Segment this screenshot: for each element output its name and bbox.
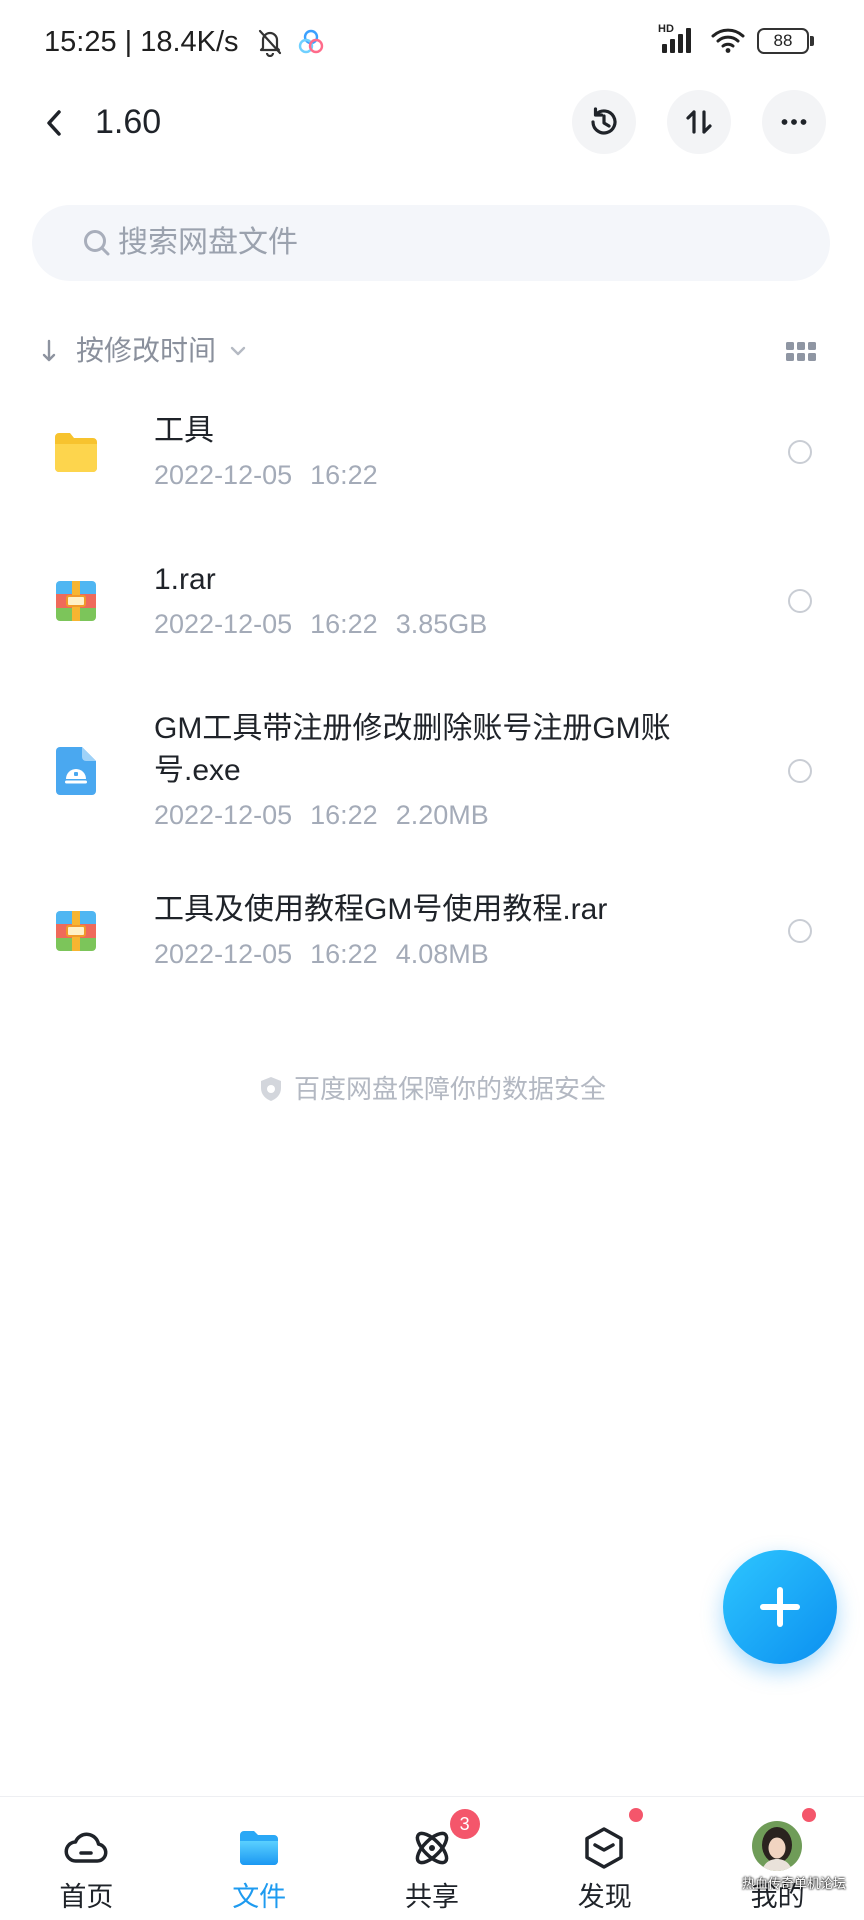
file-date: 2022-12-05 [154, 938, 293, 969]
wifi-icon [710, 26, 746, 54]
file-meta: 2022-12-05 16:22 2.20MB [154, 796, 686, 834]
rar-archive-icon [52, 576, 100, 626]
arrow-down-icon [42, 339, 56, 362]
status-time-speed: 15:25 | 18.4K/s [44, 26, 239, 58]
nav-discover[interactable]: 发现 [518, 1797, 691, 1920]
file-row-rar[interactable]: 1.rar 2022-12-05 16:22 3.85GB [0, 555, 864, 647]
search-input[interactable] [118, 205, 718, 281]
nav-files[interactable]: 文件 [173, 1797, 346, 1920]
nav-label: 首页 [59, 1882, 114, 1912]
netdisk-app-icon [297, 28, 325, 56]
nav-me[interactable]: 我的 [691, 1797, 864, 1920]
history-button[interactable] [572, 90, 636, 154]
grid-view-icon [786, 342, 816, 361]
chevron-left-icon [47, 110, 61, 136]
nav-label: 文件 [232, 1882, 287, 1912]
security-note-text: 百度网盘保障你的数据安全 [293, 1074, 606, 1104]
shield-icon [260, 1077, 281, 1101]
file-date: 2022-12-05 [154, 609, 293, 639]
select-checkbox[interactable] [788, 918, 812, 943]
select-checkbox[interactable] [788, 759, 812, 783]
exe-file-icon [52, 746, 100, 796]
nav-label: 发现 [577, 1882, 632, 1912]
notification-dot [802, 1808, 817, 1822]
file-name: 工具及使用教程GM号使用教程.rar [154, 892, 608, 926]
file-size: 3.85GB [395, 609, 488, 639]
select-checkbox[interactable] [788, 439, 812, 464]
bottom-nav: 首页 文件 3 共享 发现 我的 [0, 1796, 864, 1920]
search-icon [84, 230, 110, 256]
chevron-down-icon [230, 346, 246, 356]
home-cloud-icon [64, 1832, 108, 1863]
grid-view-button[interactable] [786, 342, 816, 362]
file-size: 4.08MB [395, 938, 489, 969]
signal-icon: HD [658, 24, 700, 56]
page-title: 1.60 [95, 103, 162, 141]
discover-box-icon [585, 1827, 624, 1869]
share-atom-icon [415, 1831, 448, 1865]
more-icon [781, 119, 807, 125]
folder-icon [52, 427, 100, 477]
back-button[interactable] [34, 104, 74, 142]
select-checkbox[interactable] [788, 589, 812, 613]
file-time: 16:22 [310, 609, 378, 639]
sort-order-button[interactable]: 按修改时间 [40, 331, 246, 371]
history-icon [591, 107, 617, 135]
plus-icon [760, 1587, 800, 1627]
nav-share[interactable]: 3 共享 [346, 1797, 519, 1920]
transfer-sort-button[interactable] [667, 90, 731, 154]
bell-mute-icon [255, 27, 285, 57]
file-row-rar[interactable]: 工具及使用教程GM号使用教程.rar 2022-12-05 16:22 4.08MB [0, 885, 864, 976]
file-size: 2.20MB [395, 800, 489, 830]
battery-icon: 88 [757, 28, 815, 54]
security-note: 百度网盘保障你的数据安全 [0, 1072, 864, 1106]
more-button[interactable] [762, 90, 826, 154]
file-time: 16:22 [310, 459, 378, 490]
add-button[interactable] [723, 1550, 837, 1664]
file-meta: 2022-12-05 16:22 4.08MB [154, 935, 686, 973]
sort-icon [686, 110, 712, 134]
file-time: 16:22 [310, 800, 378, 830]
notification-badge: 3 [449, 1809, 480, 1839]
folder-icon [239, 1831, 278, 1865]
file-date: 2022-12-05 [154, 459, 293, 490]
file-date: 2022-12-05 [154, 800, 293, 830]
network-label: HD [658, 23, 674, 35]
avatar [752, 1821, 803, 1871]
file-name: 工具 [154, 413, 214, 447]
file-meta: 2022-12-05 16:22 [154, 456, 686, 494]
battery-level: 88 [757, 28, 809, 54]
file-time: 16:22 [310, 938, 378, 969]
file-name: 1.rar [154, 563, 216, 596]
rar-archive-icon [52, 906, 100, 956]
file-row-folder[interactable]: 工具 2022-12-05 16:22 [0, 403, 864, 500]
sort-label: 按修改时间 [76, 335, 217, 366]
nav-label: 共享 [404, 1882, 459, 1912]
notification-dot [629, 1808, 644, 1822]
nav-home[interactable]: 首页 [0, 1797, 173, 1920]
search-bar[interactable] [32, 205, 830, 281]
file-name: GM工具带注册修改删除账号注册GM账号.exe [154, 712, 671, 787]
watermark: 热血传奇单机论坛 [742, 1876, 847, 1891]
file-meta: 2022-12-05 16:22 3.85GB [154, 605, 686, 643]
file-row-exe[interactable]: GM工具带注册修改删除账号注册GM账号.exe 2022-12-05 16:22 2… [0, 705, 864, 837]
